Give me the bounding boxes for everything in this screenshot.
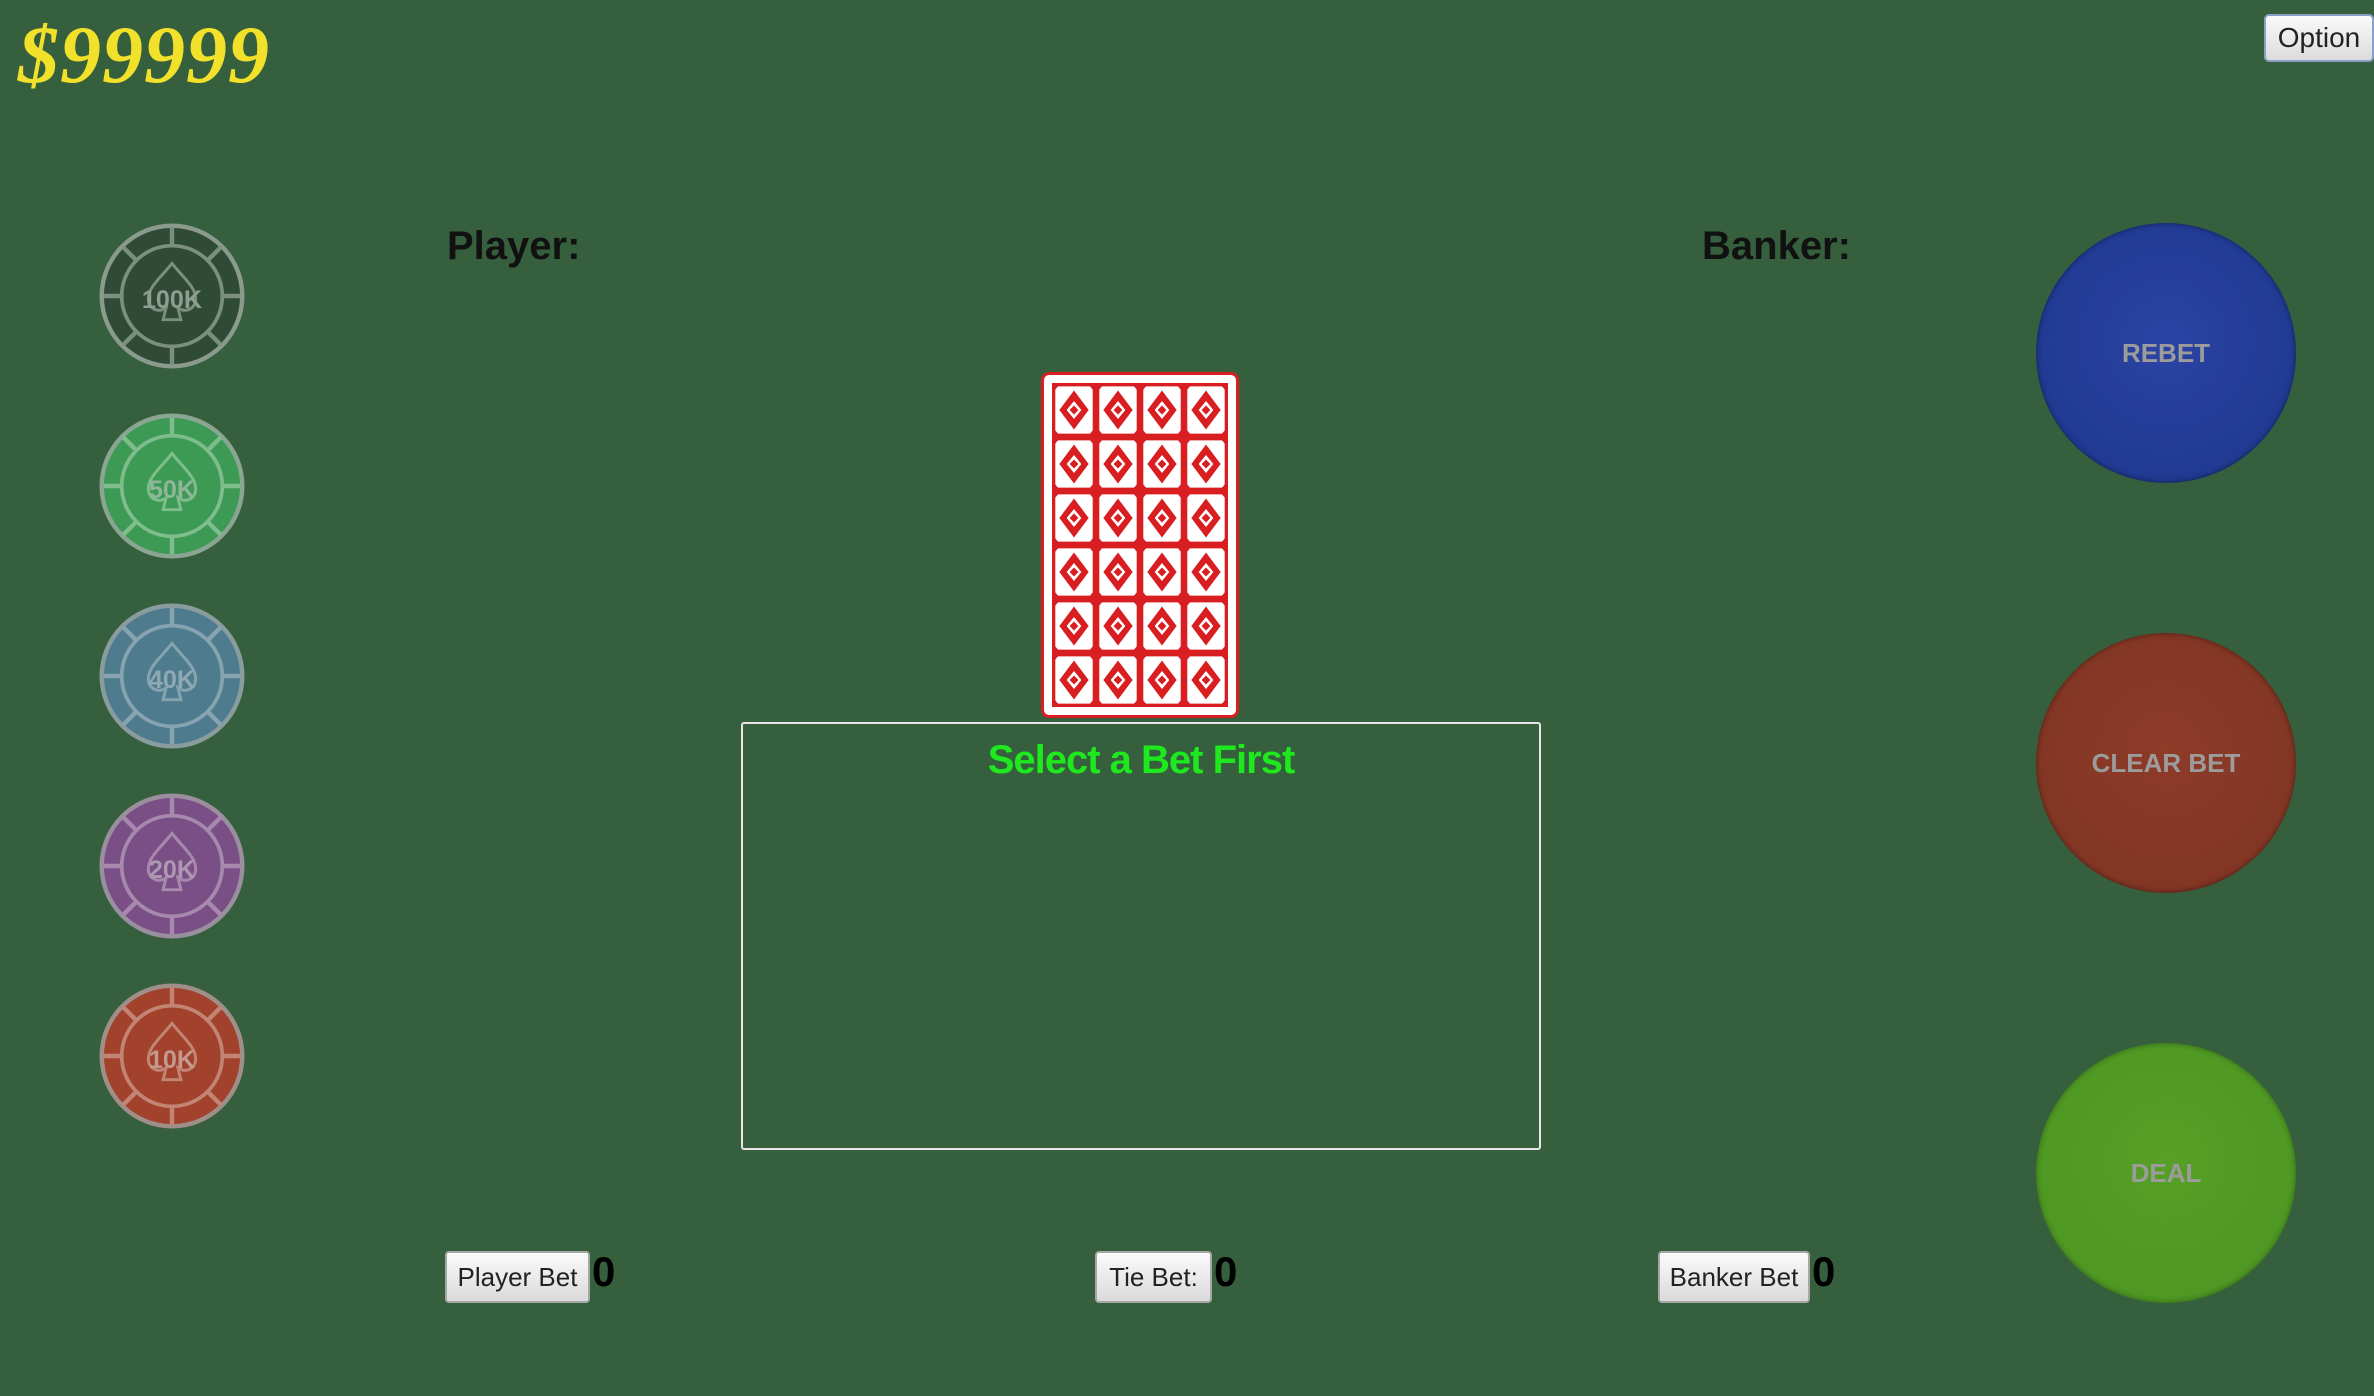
clear-bet-button[interactable]: CLEAR BET	[2036, 633, 2296, 893]
balance-display: $99999	[18, 9, 270, 100]
chip-label: 100K	[142, 286, 202, 314]
banker-hand-label: Banker:	[1702, 224, 1851, 268]
deal-button[interactable]: DEAL	[2036, 1043, 2296, 1303]
tie-bet-amount: 0	[1214, 1248, 1238, 1295]
banker-bet-button[interactable]: Banker Bet	[1658, 1251, 1810, 1303]
chip-icon: 10K	[99, 983, 245, 1129]
chip-10k[interactable]: 10K	[98, 982, 246, 1130]
chip-20k[interactable]: 20K	[98, 792, 246, 940]
rebet-button[interactable]: REBET	[2036, 223, 2296, 483]
chip-40k[interactable]: 40K	[98, 602, 246, 750]
chip-icon: 40K	[99, 603, 245, 749]
player-hand-label: Player:	[447, 224, 581, 268]
tie-bet-button[interactable]: Tie Bet:	[1095, 1251, 1212, 1303]
player-bet-button[interactable]: Player Bet	[445, 1251, 590, 1303]
player-bet-amount: 0	[592, 1248, 616, 1295]
chip-50k[interactable]: 50K	[98, 412, 246, 560]
option-button[interactable]: Option	[2264, 14, 2374, 62]
deck-card-back	[1041, 372, 1239, 718]
card-back-pattern	[1052, 383, 1228, 707]
status-message: Select a Bet First	[987, 738, 1296, 782]
banker-bet-amount: 0	[1812, 1248, 1836, 1295]
chip-label: 40K	[149, 666, 195, 694]
chip-label: 50K	[149, 476, 195, 504]
chip-icon: 20K	[99, 793, 245, 939]
chip-label: 10K	[149, 1046, 195, 1074]
chip-label: 20K	[149, 856, 195, 884]
chip-icon: 50K	[99, 413, 245, 559]
result-message-box: Select a Bet First	[741, 722, 1541, 1150]
chip-icon: 100K	[99, 223, 245, 369]
chip-100k[interactable]: 100K	[98, 222, 246, 370]
